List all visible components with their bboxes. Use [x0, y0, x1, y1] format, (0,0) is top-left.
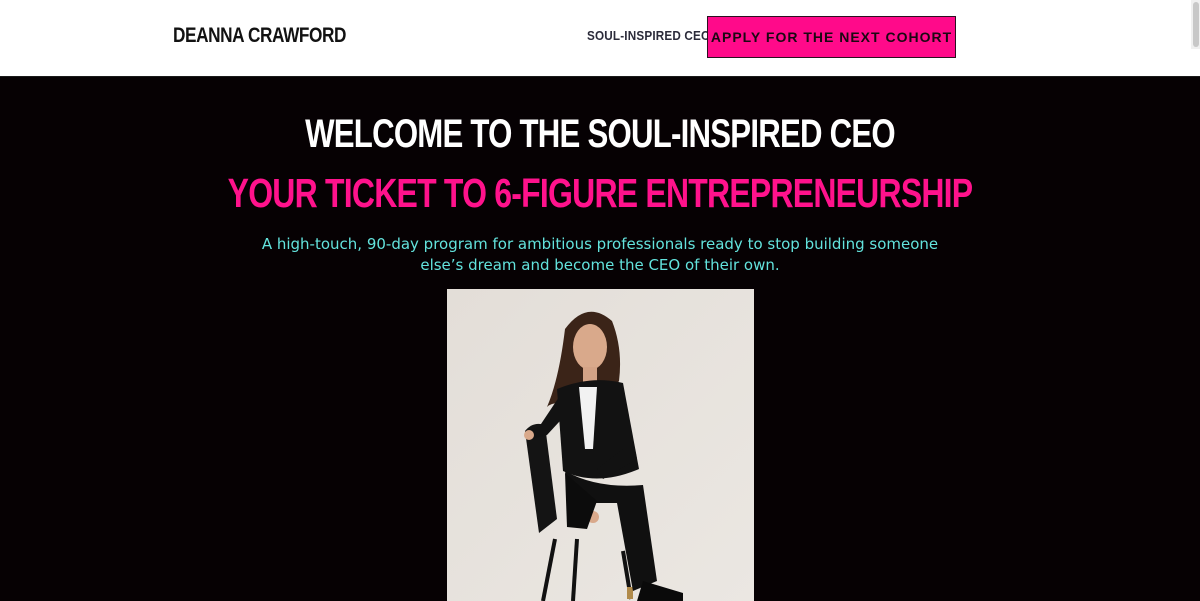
apply-cohort-button[interactable]: APPLY FOR THE NEXT COHORT — [707, 16, 956, 58]
hero-description: A high-touch, 90-day program for ambitio… — [261, 235, 939, 274]
brand-logo[interactable]: DEANNA CRAWFORD — [173, 24, 346, 48]
hero-portrait-image — [447, 289, 754, 601]
hero-title: WELCOME TO THE SOUL-INSPIRED CEO — [305, 112, 896, 156]
scrollbar[interactable] — [1191, 0, 1200, 49]
hero-tagline: YOUR TICKET TO 6-FIGURE ENTREPRENEURSHIP — [227, 170, 973, 216]
scrollbar-thumb[interactable] — [1193, 2, 1199, 47]
nav-link-soul-inspired-ceo[interactable]: SOUL-INSPIRED CEO — [587, 28, 710, 43]
site-header: DEANNA CRAWFORD SOUL-INSPIRED CEO APPLY … — [0, 0, 1200, 77]
